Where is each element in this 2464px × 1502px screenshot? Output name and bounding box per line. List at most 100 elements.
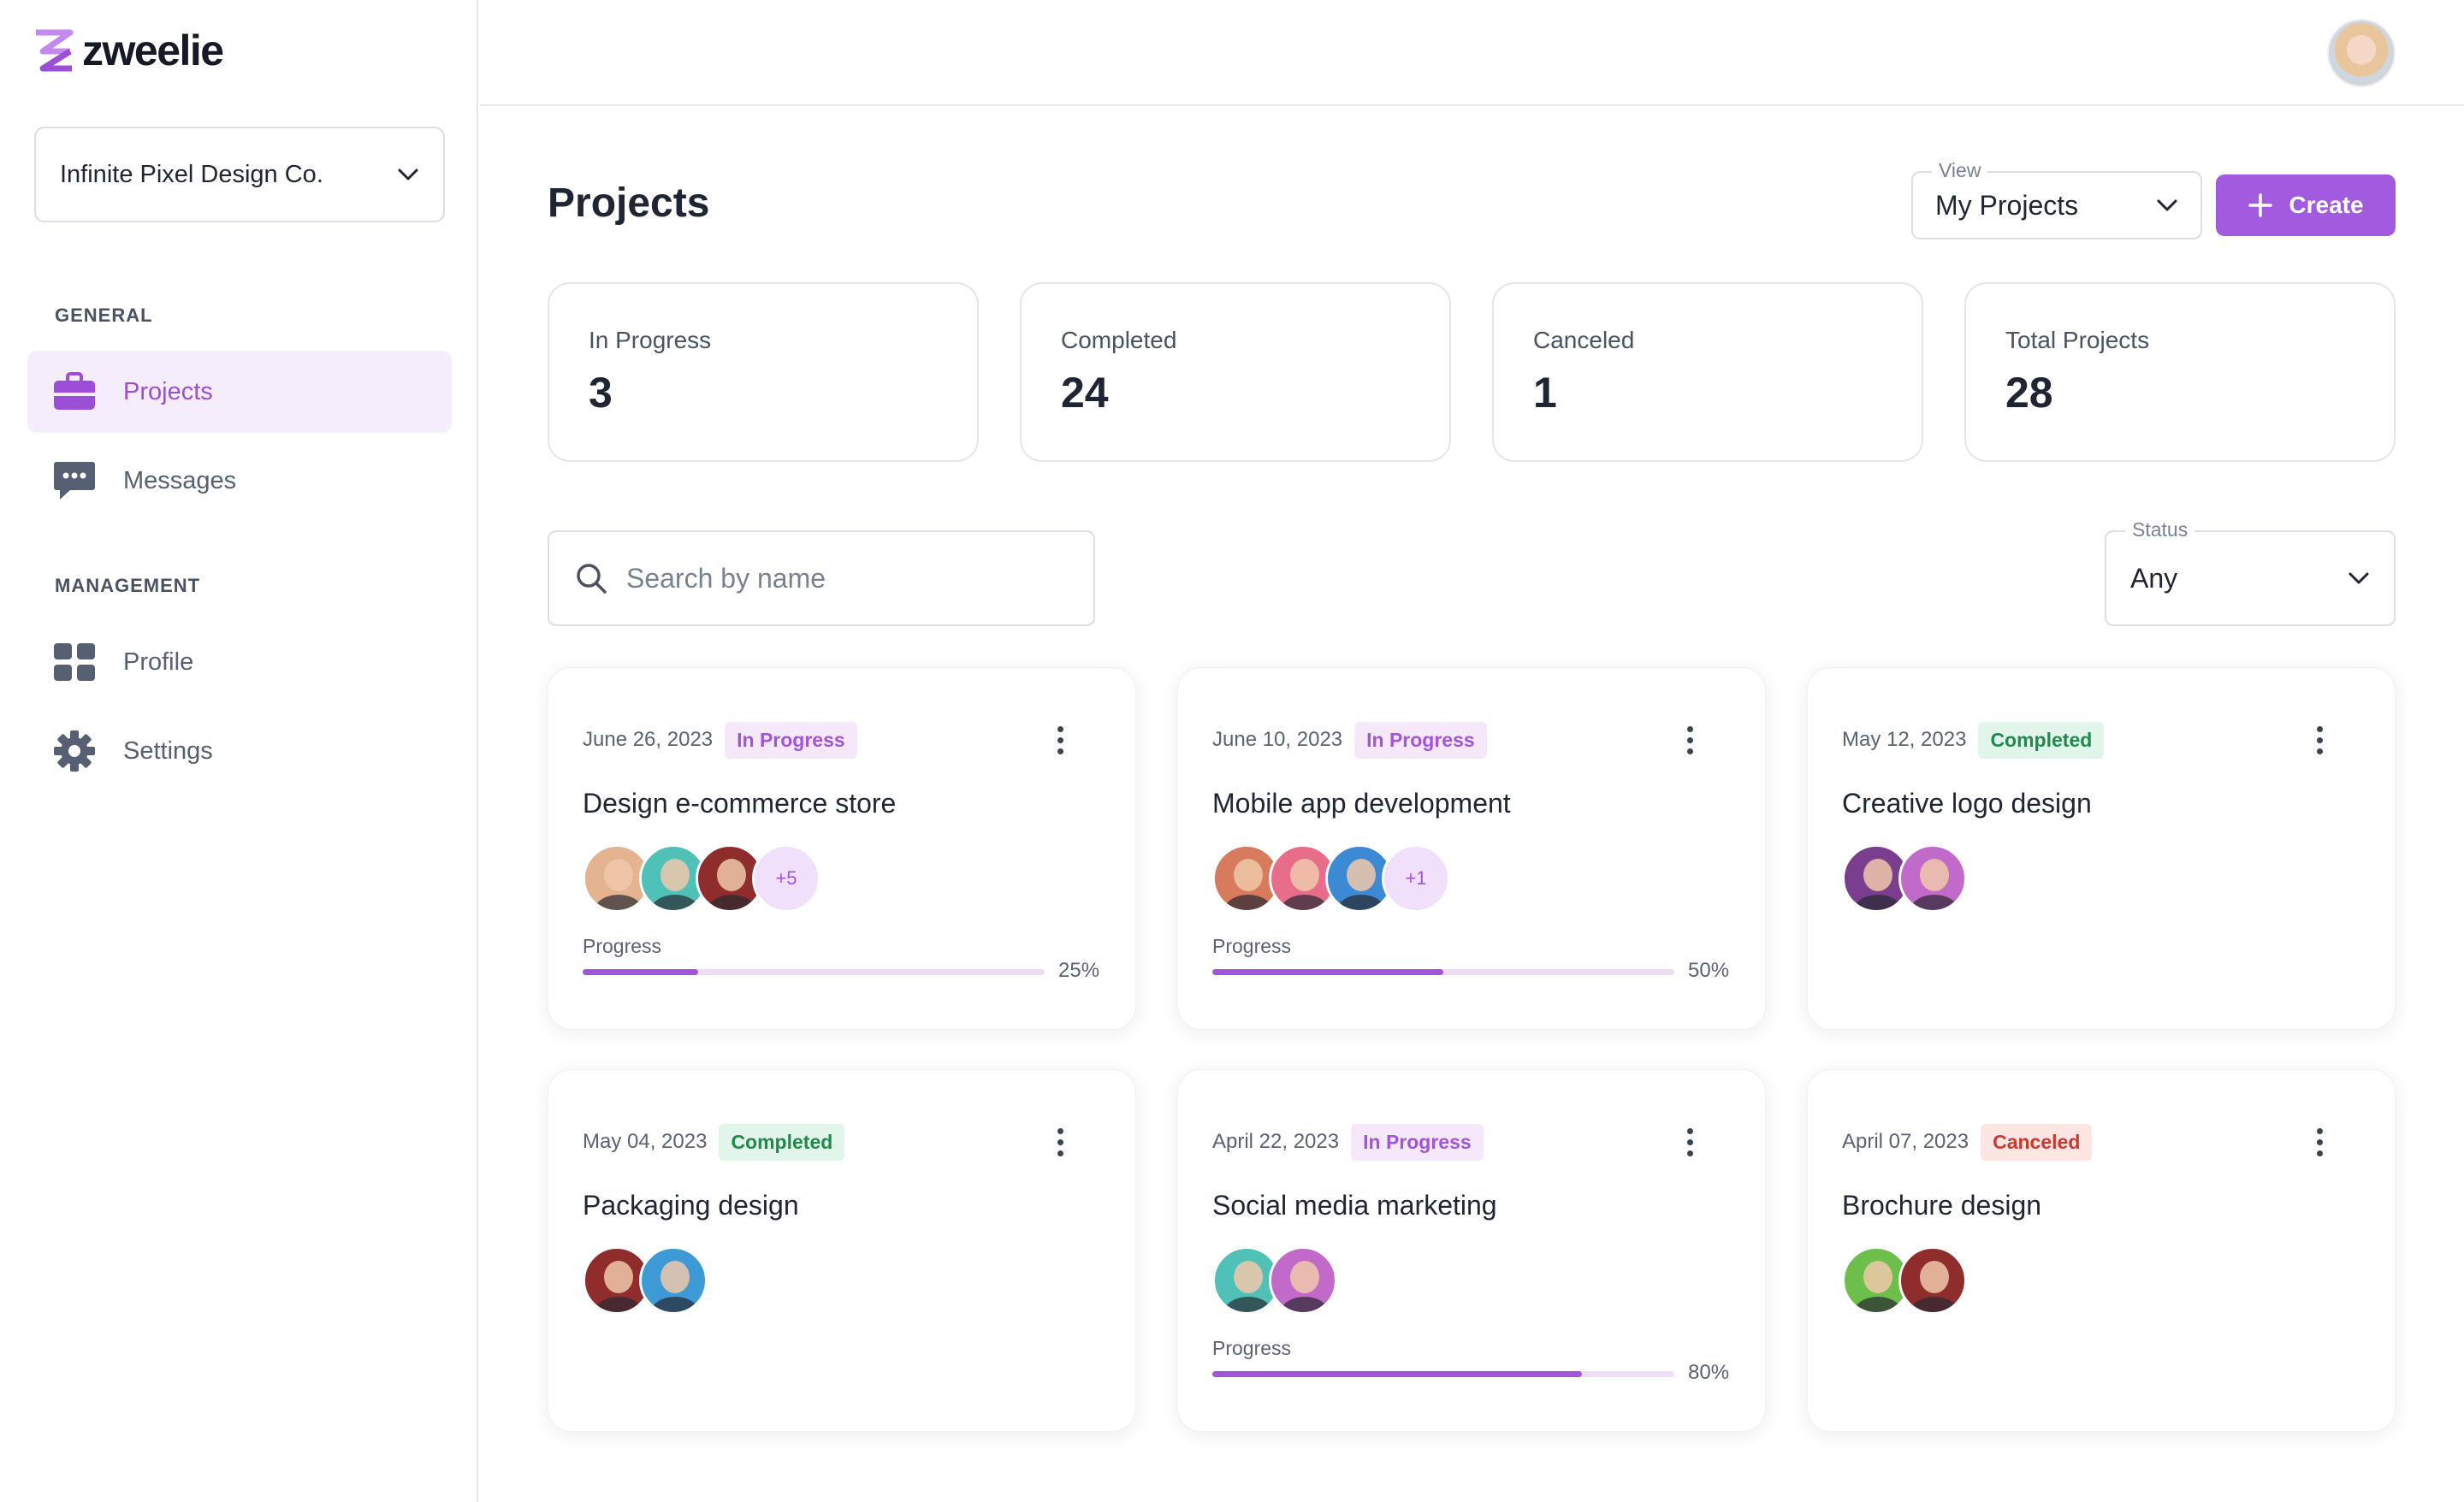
grid-icon <box>53 641 96 683</box>
project-title: Mobile app development <box>1212 788 1511 819</box>
progress-bar <box>1212 1371 1674 1377</box>
create-button-label: Create <box>2289 192 2364 218</box>
avatar <box>639 1246 708 1315</box>
project-title: Packaging design <box>583 1190 799 1221</box>
chat-icon <box>53 459 96 502</box>
sidebar-item-settings[interactable]: Settings <box>27 710 452 792</box>
status-badge: In Progress <box>1354 721 1487 759</box>
sidebar-item-messages[interactable]: Messages <box>27 440 452 522</box>
plus-icon <box>2248 193 2273 217</box>
project-date: April 22, 2023 <box>1212 1130 1340 1153</box>
create-button[interactable]: Create <box>2216 174 2396 236</box>
status-badge: Completed <box>719 1123 845 1161</box>
organization-name: Infinite Pixel Design Co. <box>60 160 323 188</box>
project-card[interactable]: April 07, 2023 Canceled Brochure design <box>1807 1069 2396 1432</box>
status-badge: In Progress <box>1351 1123 1484 1161</box>
chevron-down-icon <box>2157 199 2177 211</box>
top-bar <box>480 0 2464 106</box>
page-title: Projects <box>548 180 710 226</box>
stat-value: 28 <box>2005 369 2053 417</box>
member-avatars <box>583 1246 708 1315</box>
member-avatars: +1 <box>1212 844 1450 913</box>
more-members-count[interactable]: +1 <box>1382 844 1450 913</box>
search-input[interactable] <box>626 562 1071 594</box>
project-title: Brochure design <box>1842 1190 2042 1221</box>
search-icon <box>577 564 607 594</box>
gear-icon <box>53 730 96 772</box>
stat-value: 24 <box>1061 369 1109 417</box>
stat-value: 3 <box>589 369 613 417</box>
progress-label: Progress <box>583 935 662 957</box>
project-card[interactable]: June 26, 2023 In Progress Design e-comme… <box>548 667 1136 1030</box>
search-field[interactable] <box>548 530 1095 626</box>
view-select-value: My Projects <box>1935 189 2079 221</box>
project-card[interactable]: June 10, 2023 In Progress Mobile app dev… <box>1177 667 1766 1030</box>
section-label-general: GENERAL <box>55 305 153 326</box>
stat-label: In Progress <box>589 327 712 353</box>
section-label-management: MANAGEMENT <box>55 575 201 596</box>
sidebar-item-label: Settings <box>123 736 213 765</box>
user-avatar[interactable] <box>2327 19 2396 87</box>
stat-label: Completed <box>1061 327 1177 353</box>
view-select-label: View <box>1932 159 1988 182</box>
stat-card-completed: Completed 24 <box>1020 282 1451 462</box>
stat-card-in-progress: In Progress 3 <box>548 282 979 462</box>
more-options-icon[interactable] <box>1051 1121 1069 1162</box>
stat-card-canceled: Canceled 1 <box>1492 282 1923 462</box>
progress-label: Progress <box>1212 1337 1292 1359</box>
status-badge: Canceled <box>1981 1123 2093 1161</box>
stat-label: Total Projects <box>2005 327 2150 353</box>
avatar <box>1898 844 1967 913</box>
project-date: June 26, 2023 <box>583 728 714 751</box>
project-date: May 04, 2023 <box>583 1130 708 1153</box>
sidebar: zweelie Infinite Pixel Design Co. GENERA… <box>0 0 478 1502</box>
progress-bar <box>1212 969 1674 975</box>
more-options-icon[interactable] <box>2311 1121 2328 1162</box>
status-badge: In Progress <box>725 721 857 759</box>
sidebar-item-projects[interactable]: Projects <box>27 351 452 433</box>
stat-value: 1 <box>1533 369 1557 417</box>
progress-label: Progress <box>1212 935 1292 957</box>
member-avatars: +5 <box>583 844 820 913</box>
more-members-count[interactable]: +5 <box>752 844 820 913</box>
avatar <box>1269 1246 1337 1315</box>
progress-bar <box>583 969 1045 975</box>
chevron-down-icon <box>2348 572 2369 584</box>
project-card[interactable]: May 04, 2023 Completed Packaging design <box>548 1069 1136 1432</box>
project-title: Design e-commerce store <box>583 788 897 819</box>
status-filter-value: Any <box>2130 562 2178 594</box>
view-select[interactable]: View My Projects <box>1911 159 2202 239</box>
app-name: zweelie <box>82 27 224 74</box>
status-badge: Completed <box>1978 721 2105 759</box>
progress-percent: 50% <box>1688 959 1730 982</box>
more-options-icon[interactable] <box>1681 1121 1698 1162</box>
more-options-icon[interactable] <box>1051 719 1069 760</box>
stat-card-total-projects: Total Projects 28 <box>1964 282 2396 462</box>
progress-fill <box>1212 1371 1582 1377</box>
sidebar-item-label: Profile <box>123 648 194 676</box>
member-avatars <box>1842 844 1967 913</box>
member-avatars <box>1212 1246 1337 1315</box>
status-filter-select[interactable]: Status Any <box>2105 518 2396 626</box>
project-card[interactable]: May 12, 2023 Completed Creative logo des… <box>1807 667 2396 1030</box>
more-options-icon[interactable] <box>1681 719 1698 760</box>
more-options-icon[interactable] <box>2311 719 2328 760</box>
chevron-down-icon <box>398 169 418 180</box>
briefcase-icon <box>53 370 96 413</box>
sidebar-item-label: Messages <box>123 466 237 494</box>
progress-percent: 25% <box>1058 959 1100 982</box>
organization-select[interactable]: Infinite Pixel Design Co. <box>34 127 445 222</box>
app-logo[interactable]: zweelie <box>33 26 224 75</box>
project-date: May 12, 2023 <box>1842 728 1967 751</box>
member-avatars <box>1842 1246 1967 1315</box>
sidebar-item-label: Projects <box>123 377 213 405</box>
project-date: June 10, 2023 <box>1212 728 1343 751</box>
project-title: Creative logo design <box>1842 788 2092 819</box>
progress-fill <box>583 969 698 975</box>
sidebar-item-profile[interactable]: Profile <box>27 621 452 703</box>
project-card[interactable]: April 22, 2023 In Progress Social media … <box>1177 1069 1766 1432</box>
progress-fill <box>1212 969 1443 975</box>
stat-label: Canceled <box>1533 327 1635 353</box>
status-filter-label: Status <box>2125 518 2195 541</box>
progress-percent: 80% <box>1688 1361 1730 1384</box>
